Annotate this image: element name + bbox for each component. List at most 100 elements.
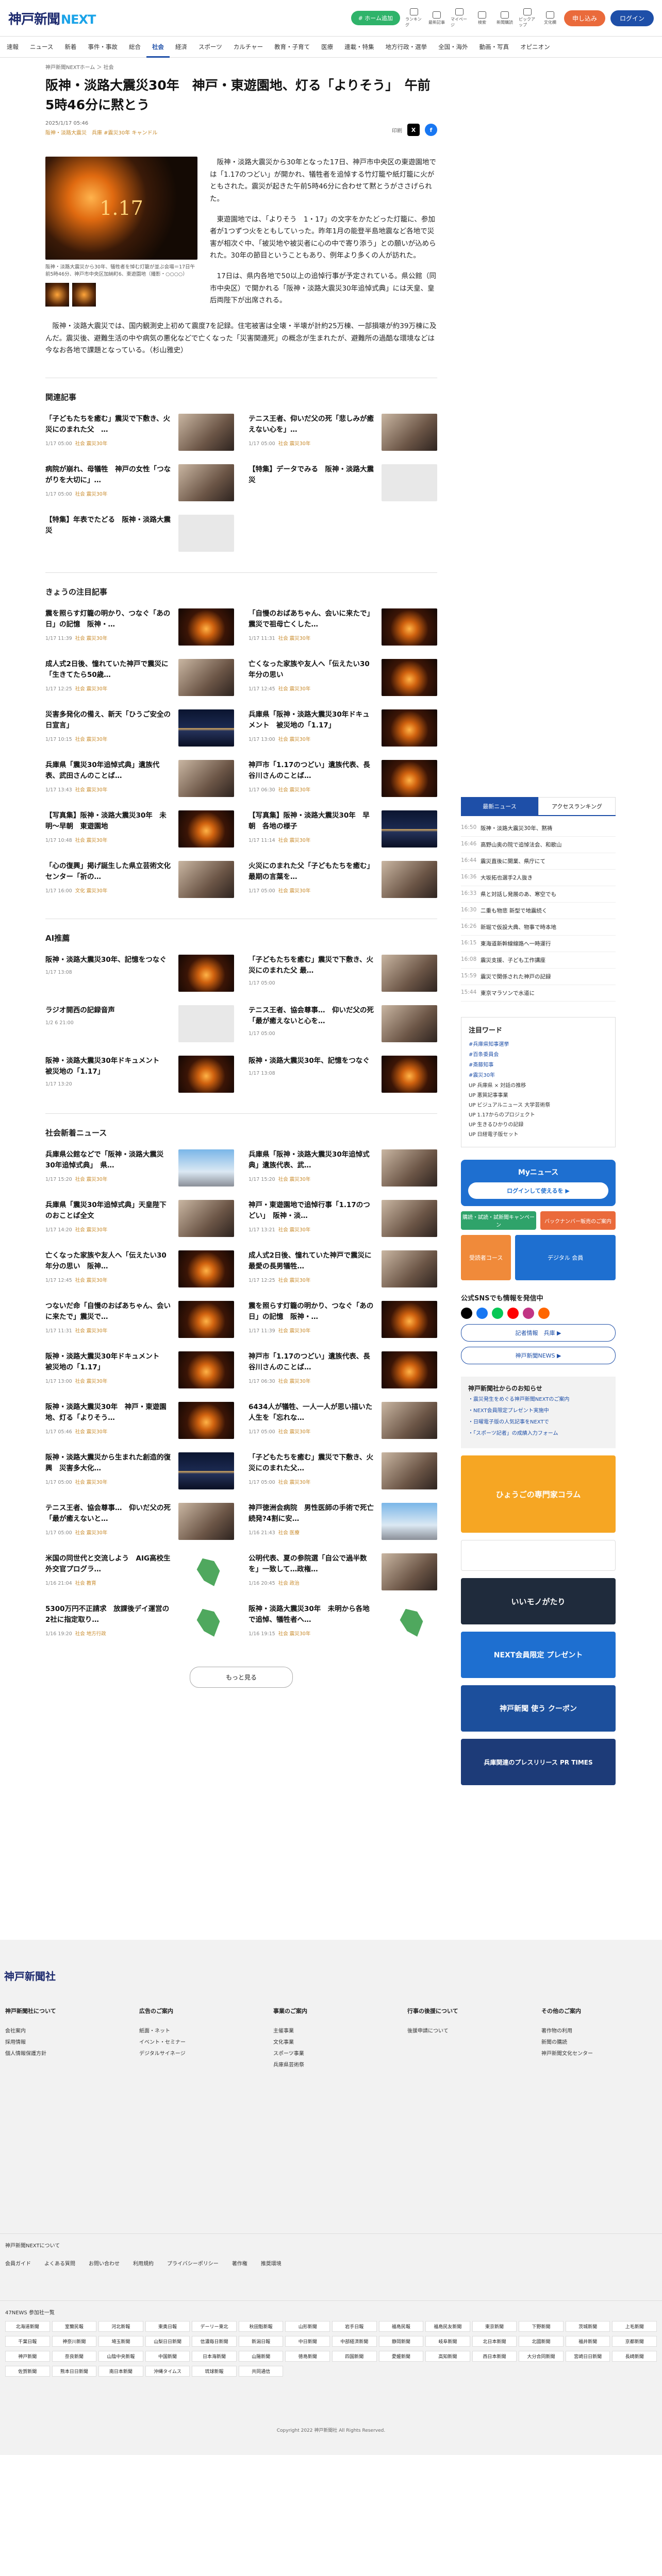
footer-link[interactable]: 利用規約 <box>133 2259 154 2267</box>
card-category[interactable]: 社会 震災30年 <box>75 1177 108 1182</box>
footer-link[interactable]: 後援申請について <box>407 2026 510 2034</box>
card-thumbnail[interactable] <box>178 709 234 747</box>
news-sns-button[interactable]: 神戸新聞NEWS ▶ <box>461 1347 616 1364</box>
announcement-link[interactable]: ・震災発生をめぐる神戸新聞NEXTのご案内 <box>468 1396 608 1404</box>
card-title[interactable]: 阪神・淡路大震災30年 神戸・東遊園地、灯る「よりそう… <box>45 1402 173 1423</box>
news-title[interactable]: 新堀で仮設大典、物事で時本地 <box>481 923 556 931</box>
card-title[interactable]: 阪神・淡路大震災30年、記憶をつなぐ <box>45 955 167 965</box>
footer-link[interactable]: 新聞の購読 <box>541 2038 644 2045</box>
card-thumbnail[interactable] <box>178 1553 234 1590</box>
card-thumbnail[interactable] <box>178 1250 234 1287</box>
card-thumbnail[interactable] <box>382 1401 437 1439</box>
card-category[interactable]: 社会 教育 <box>75 1581 96 1586</box>
pickup-icon[interactable]: ピックアップ <box>519 8 536 28</box>
card-thumbnail[interactable] <box>178 860 234 898</box>
footer-logo[interactable]: 神戸新聞社 <box>4 1968 56 1983</box>
announcement-link[interactable]: ・日曜電子版の人気記事をNEXTで <box>468 1418 608 1427</box>
card-category[interactable]: 社会 震災30年 <box>75 787 108 793</box>
partner-paper-link[interactable]: 河北新報 <box>98 2321 143 2332</box>
subscribe-button[interactable]: 申し込み <box>564 10 605 26</box>
footer-link[interactable]: 会社案内 <box>5 2026 108 2034</box>
partner-paper-link[interactable]: 南日本新聞 <box>98 2366 143 2377</box>
culture-icon[interactable]: 文化欄 <box>541 11 559 25</box>
article-card[interactable]: 兵庫県「震災30年追悼式典」天皇陛下のおことば全文 1/17 14:20 社会 震災… <box>45 1199 234 1237</box>
nav-item[interactable]: 地方行政・選挙 <box>380 36 433 58</box>
card-thumbnail[interactable] <box>382 709 437 747</box>
footer-link[interactable]: よくある質問 <box>44 2259 75 2267</box>
article-card[interactable]: 兵庫県「阪神・淡路大震災30年追悼式典」遺族代表、武… 1/17 15:20 社会 … <box>249 1149 437 1187</box>
backnumber-banner[interactable]: バックナンバー販売のご案内 <box>540 1211 616 1230</box>
card-category[interactable]: 社会 震災30年 <box>278 1429 311 1435</box>
card-title[interactable]: 亡くなった家族や友人へ「伝えたい30年分の思い <box>249 659 376 681</box>
article-card[interactable]: 兵庫県「阪神・淡路大震災30年ドキュメント 被災地の「1.17」 1/17 13:… <box>249 709 437 747</box>
footer-column-heading[interactable]: 広告のご案内 <box>139 2007 242 2015</box>
search-icon[interactable]: 検索 <box>473 11 491 25</box>
column-banner[interactable]: ひょうごの専門家コラム <box>461 1455 616 1533</box>
card-title[interactable]: 神戸市「1.17のつどい」遺族代表、長谷川さんのことば… <box>249 760 376 782</box>
footer-link[interactable]: スポーツ事業 <box>273 2049 376 2057</box>
card-title[interactable]: 病院が崩れ、母犠牲 神戸の女性「つながりを大切に」… <box>45 464 173 486</box>
announcement-link[interactable]: ・NEXT会員限定プレゼント実施中 <box>468 1407 608 1415</box>
partner-paper-link[interactable]: 岩手日報 <box>332 2321 377 2332</box>
footer-link[interactable]: 主催事業 <box>273 2026 376 2034</box>
card-title[interactable]: 阪神・淡路大震災30年 未明から各地で追悼、犠牲者へ… <box>249 1604 376 1625</box>
partner-paper-link[interactable]: 秋田魁新報 <box>238 2321 284 2332</box>
update-link[interactable]: UP 生きるひかりの記録 <box>469 1120 608 1128</box>
tab-latest[interactable]: 最新ニュース <box>461 797 538 815</box>
card-thumbnail[interactable] <box>178 658 234 696</box>
news-list-item[interactable]: 16:08 震災支援、子ども工作講座 <box>461 952 616 969</box>
card-title[interactable]: つないだ命「自慢のおばあちゃん、会いに来たで」震災で… <box>45 1301 173 1323</box>
nav-item[interactable]: 速報 <box>1 36 24 58</box>
mypage-icon[interactable]: マイページ <box>451 8 468 28</box>
news-title[interactable]: 震災支援、子ども工作講座 <box>481 956 545 964</box>
ranking-icon[interactable]: ランキング <box>405 8 423 28</box>
card-thumbnail[interactable] <box>382 413 437 451</box>
print-button[interactable]: 印刷 <box>392 126 402 134</box>
card-thumbnail[interactable] <box>178 413 234 451</box>
footer-link[interactable]: 文化事業 <box>273 2038 376 2045</box>
card-category[interactable]: 社会 震災30年 <box>75 636 108 641</box>
card-thumbnail[interactable] <box>178 759 234 797</box>
watch-word[interactable]: #百条委員会 <box>469 1050 608 1058</box>
update-link[interactable]: UP 日経電子版セット <box>469 1130 608 1138</box>
card-thumbnail[interactable] <box>382 860 437 898</box>
card-thumbnail[interactable] <box>382 1502 437 1540</box>
card-category[interactable]: 社会 震災30年 <box>75 1227 108 1233</box>
card-category[interactable]: 社会 震災30年 <box>278 686 311 692</box>
card-title[interactable]: 「子どもたちを癒む」震災で下敷き、火災にのまれた父 最… <box>249 955 376 976</box>
main-image[interactable]: 1.17 <box>45 157 197 260</box>
news-list-item[interactable]: 16:44 震災直後に開業、県庁にて <box>461 853 616 870</box>
article-card[interactable]: 阪神・淡路大震災30年ドキュメント 被災地の「1.17」 1/17 13:20 <box>45 1055 234 1093</box>
article-card[interactable]: 兵庫県「震災30年追悼式典」遺族代表、武田さんのことば… 1/17 13:43 社会… <box>45 759 234 797</box>
partner-paper-link[interactable]: 熊本日日新聞 <box>52 2366 97 2377</box>
card-category[interactable]: 社会 震災30年 <box>278 1278 311 1283</box>
news-title[interactable]: 二重も物悲 新型で地震続く <box>481 907 547 914</box>
footer-link[interactable]: デジタルサイネージ <box>139 2049 242 2057</box>
article-card[interactable]: つないだ命「自慢のおばあちゃん、会いに来たで」震災で… 1/17 11:31 社会 … <box>45 1300 234 1338</box>
prtimes-banner[interactable]: 兵庫関連のプレスリリース PR TIMES <box>461 1739 616 1785</box>
card-thumbnail[interactable] <box>382 1553 437 1590</box>
nav-item[interactable]: 医療 <box>316 36 339 58</box>
card-thumbnail[interactable] <box>178 810 234 848</box>
nav-item[interactable]: 総合 <box>123 36 146 58</box>
latest-icon[interactable]: 最新記事 <box>428 11 445 25</box>
partner-paper-link[interactable]: 茨城新聞 <box>565 2321 610 2332</box>
card-category[interactable]: 社会 震災30年 <box>75 1278 108 1283</box>
card-thumbnail[interactable] <box>382 464 437 501</box>
watch-word[interactable]: #震災30年 <box>469 1071 608 1078</box>
footer-link[interactable]: 採用情報 <box>5 2038 108 2045</box>
instagram-icon[interactable] <box>523 1308 534 1319</box>
nav-item[interactable]: 経済 <box>170 36 193 58</box>
card-thumbnail[interactable] <box>178 1199 234 1237</box>
card-title[interactable]: 「自慢のおばあちゃん、会いに来たで」震災で祖母亡くした… <box>249 608 376 630</box>
article-card[interactable]: 成人式2日後、憧れていた神戸で震災に「生きてたら50歳… 1/17 12:25 社会… <box>45 658 234 696</box>
card-thumbnail[interactable] <box>382 1603 437 1641</box>
news-title[interactable]: 東海道新幹線線路へ一時運行 <box>481 940 551 947</box>
card-title[interactable]: 【特集】年表でたどる 阪神・淡路大震災 <box>45 515 173 536</box>
card-title[interactable]: 米国の同世代と交流しよう AIG高校生外交官プログラ… <box>45 1553 173 1575</box>
card-thumbnail[interactable] <box>178 1401 234 1439</box>
partner-paper-link[interactable]: 長崎新聞 <box>612 2351 657 2362</box>
news-list-item[interactable]: 16:36 大坂拓也選手2人抜き <box>461 870 616 886</box>
partner-paper-link[interactable]: 山陰中央新報 <box>98 2351 143 2362</box>
partner-paper-link[interactable]: 東京新聞 <box>472 2321 517 2332</box>
